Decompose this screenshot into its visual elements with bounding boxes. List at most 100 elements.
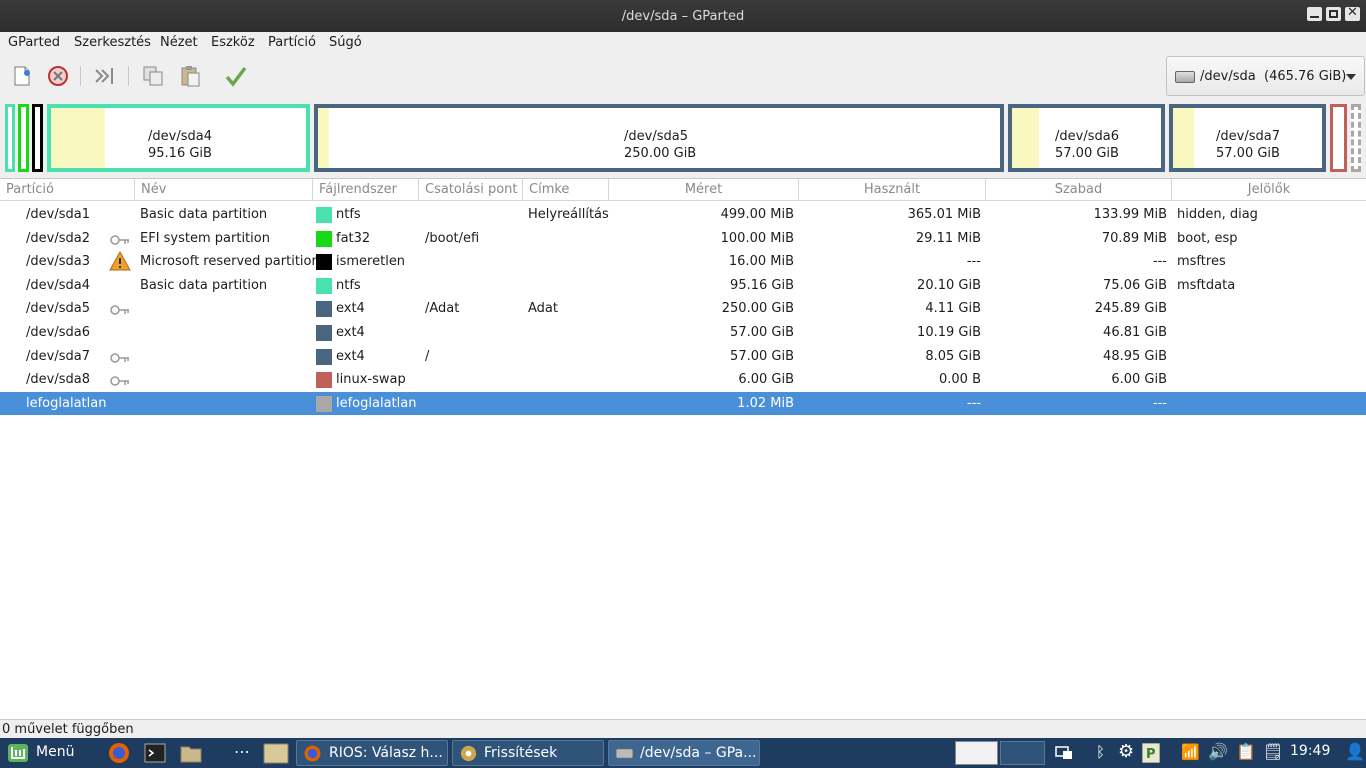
new-partition-icon[interactable] bbox=[10, 64, 34, 88]
col-partition[interactable]: Partíció bbox=[0, 179, 135, 201]
cell-size: 95.16 GiB bbox=[730, 277, 794, 293]
used-space-bar bbox=[1173, 108, 1194, 168]
map-sda7[interactable]: /dev/sda7 57.00 GiB bbox=[1169, 104, 1326, 172]
paste-icon[interactable] bbox=[178, 64, 202, 88]
cell-name: Basic data partition bbox=[140, 277, 268, 293]
apply-icon[interactable] bbox=[224, 64, 248, 88]
cell-partition: /dev/sda2 bbox=[26, 230, 90, 246]
menu-view[interactable]: Nézet bbox=[160, 35, 198, 50]
table-row[interactable]: /dev/sda7 ext4 / 57.00 GiB 8.05 GiB 48.95 GiB bbox=[0, 345, 1366, 368]
table-row[interactable]: /dev/sda8 linux-swap 6.00 GiB 0.00 B 6.00 Gi… bbox=[0, 368, 1366, 391]
hard-disk-icon bbox=[615, 748, 634, 759]
filesystem-color-swatch bbox=[316, 254, 332, 271]
notes-icon[interactable]: 🗒 bbox=[1263, 742, 1283, 761]
key-icon bbox=[110, 375, 130, 386]
col-size[interactable]: Méret bbox=[609, 179, 799, 201]
maximize-button[interactable] bbox=[1326, 7, 1341, 21]
device-selector[interactable]: /dev/sda (465.76 GiB) bbox=[1166, 56, 1365, 96]
wifi-icon[interactable]: 📶 bbox=[1181, 743, 1200, 761]
delete-icon[interactable] bbox=[46, 64, 70, 88]
cell-size: 57.00 GiB bbox=[730, 348, 794, 364]
user-icon[interactable]: 👤 bbox=[1345, 742, 1365, 761]
col-flags[interactable]: Jelölők bbox=[1172, 179, 1366, 201]
workspace-2[interactable] bbox=[1000, 741, 1045, 765]
cell-mountpoint: /boot/efi bbox=[425, 230, 480, 246]
folder-icon[interactable] bbox=[180, 742, 202, 764]
partition-list: Partíció Név Fájlrendszer Csatolási pont… bbox=[0, 178, 1366, 719]
resize-move-icon[interactable] bbox=[93, 64, 117, 88]
map-sda4[interactable]: /dev/sda4 95.16 GiB bbox=[47, 104, 310, 172]
cell-partition: /dev/sda7 bbox=[26, 348, 90, 364]
cell-partition: lefoglalatlan bbox=[26, 395, 107, 411]
map-sda5-label: /dev/sda5 250.00 GiB bbox=[624, 128, 696, 162]
col-free[interactable]: Szabad bbox=[986, 179, 1172, 201]
map-sda6[interactable]: /dev/sda6 57.00 GiB bbox=[1008, 104, 1165, 172]
cell-size: 6.00 GiB bbox=[738, 372, 794, 388]
map-partition-name: /dev/sda7 bbox=[1216, 129, 1280, 144]
task-label: RIOS: Válasz h... bbox=[329, 745, 443, 761]
pamac-icon[interactable]: P bbox=[1142, 743, 1160, 763]
menu-edit[interactable]: Szerkesztés bbox=[74, 35, 151, 50]
table-row[interactable]: /dev/sda6 ext4 57.00 GiB 10.19 GiB 46.81 GiB bbox=[0, 321, 1366, 344]
table-row[interactable]: lefoglalatlan lefoglalatlan 1.02 MiB --- --- bbox=[0, 391, 1366, 415]
map-partition-name: /dev/sda6 bbox=[1055, 129, 1119, 144]
close-button[interactable] bbox=[1345, 5, 1360, 21]
cell-free: 245.89 GiB bbox=[1094, 301, 1167, 317]
menu-gparted[interactable]: GParted bbox=[8, 35, 60, 50]
copy-icon[interactable] bbox=[141, 64, 165, 88]
cell-filesystem: ext4 bbox=[336, 325, 365, 340]
device-name: /dev/sda bbox=[1200, 69, 1256, 84]
title-bar: /dev/sda – GParted bbox=[0, 0, 1366, 32]
cell-free: 133.99 MiB bbox=[1093, 207, 1167, 222]
show-more-icon[interactable]: ⋯ bbox=[234, 742, 250, 761]
file-manager-icon[interactable] bbox=[263, 741, 289, 765]
minimize-button[interactable] bbox=[1307, 7, 1322, 21]
mint-menu-icon[interactable] bbox=[8, 744, 28, 762]
gear-icon[interactable]: ⚙ bbox=[1118, 741, 1134, 762]
cell-free: 6.00 GiB bbox=[1111, 372, 1167, 388]
firefox-icon[interactable] bbox=[107, 741, 131, 765]
map-sda1[interactable] bbox=[5, 104, 15, 172]
display-icon[interactable] bbox=[1055, 745, 1073, 761]
volume-icon[interactable]: 🔊 bbox=[1208, 742, 1228, 761]
table-row[interactable]: /dev/sda3 Microsoft reserved partition ism… bbox=[0, 250, 1366, 273]
map-sda5[interactable]: /dev/sda5 250.00 GiB bbox=[314, 104, 1004, 172]
map-unallocated[interactable] bbox=[1351, 104, 1361, 172]
map-sda3[interactable] bbox=[32, 104, 43, 172]
table-row[interactable]: /dev/sda4 Basic data partition ntfs 95.16 G… bbox=[0, 274, 1366, 297]
workspace-1[interactable] bbox=[955, 741, 998, 765]
col-name[interactable]: Név bbox=[135, 179, 313, 201]
col-label[interactable]: Címke bbox=[523, 179, 609, 201]
terminal-icon[interactable] bbox=[144, 742, 166, 764]
cell-size: 499.00 MiB bbox=[720, 207, 794, 222]
cell-filesystem: linux-swap bbox=[336, 372, 406, 388]
col-used[interactable]: Használt bbox=[799, 179, 986, 201]
table-row[interactable]: /dev/sda5 ext4/Adat Adat 250.00 GiB 4.11 GiB… bbox=[0, 297, 1366, 320]
toolbar-separator bbox=[80, 66, 81, 86]
task-rios[interactable]: RIOS: Válasz h... bbox=[296, 740, 448, 766]
menu-partition[interactable]: Partíció bbox=[268, 35, 316, 50]
task-updates[interactable]: Frissítések bbox=[452, 740, 604, 766]
clipboard-icon[interactable]: 📋 bbox=[1236, 742, 1256, 761]
menu-device[interactable]: Eszköz bbox=[211, 35, 255, 50]
cell-mountpoint: /Adat bbox=[425, 301, 460, 317]
filesystem-color-swatch bbox=[316, 301, 332, 318]
col-filesystem[interactable]: Fájlrendszer bbox=[313, 179, 419, 201]
cell-name: Microsoft reserved partition bbox=[140, 254, 320, 270]
menu-help[interactable]: Súgó bbox=[329, 35, 362, 50]
task-gparted[interactable]: /dev/sda – GPa... bbox=[608, 740, 760, 766]
cell-used: --- bbox=[966, 254, 981, 270]
map-sda8[interactable] bbox=[1330, 104, 1347, 172]
col-mountpoint[interactable]: Csatolási pont bbox=[419, 179, 523, 201]
cell-flags: boot, esp bbox=[1177, 230, 1238, 246]
cell-partition: /dev/sda1 bbox=[26, 207, 90, 222]
table-row[interactable]: /dev/sda2 EFI system partition fat32/boot/… bbox=[0, 227, 1366, 250]
device-size: (465.76 GiB) bbox=[1264, 69, 1347, 84]
map-partition-name: /dev/sda5 bbox=[624, 129, 688, 144]
menu-bar: GParted Szerkesztés Nézet Eszköz Partíci… bbox=[0, 32, 1366, 54]
clock[interactable]: 19:49 bbox=[1290, 743, 1330, 759]
bluetooth-icon[interactable]: ᛒ bbox=[1096, 743, 1105, 761]
menu-label[interactable]: Menü bbox=[36, 744, 74, 760]
table-row[interactable]: /dev/sda1 Basic data partition ntfs Helyreá… bbox=[0, 203, 1366, 226]
map-sda2[interactable] bbox=[18, 104, 29, 172]
